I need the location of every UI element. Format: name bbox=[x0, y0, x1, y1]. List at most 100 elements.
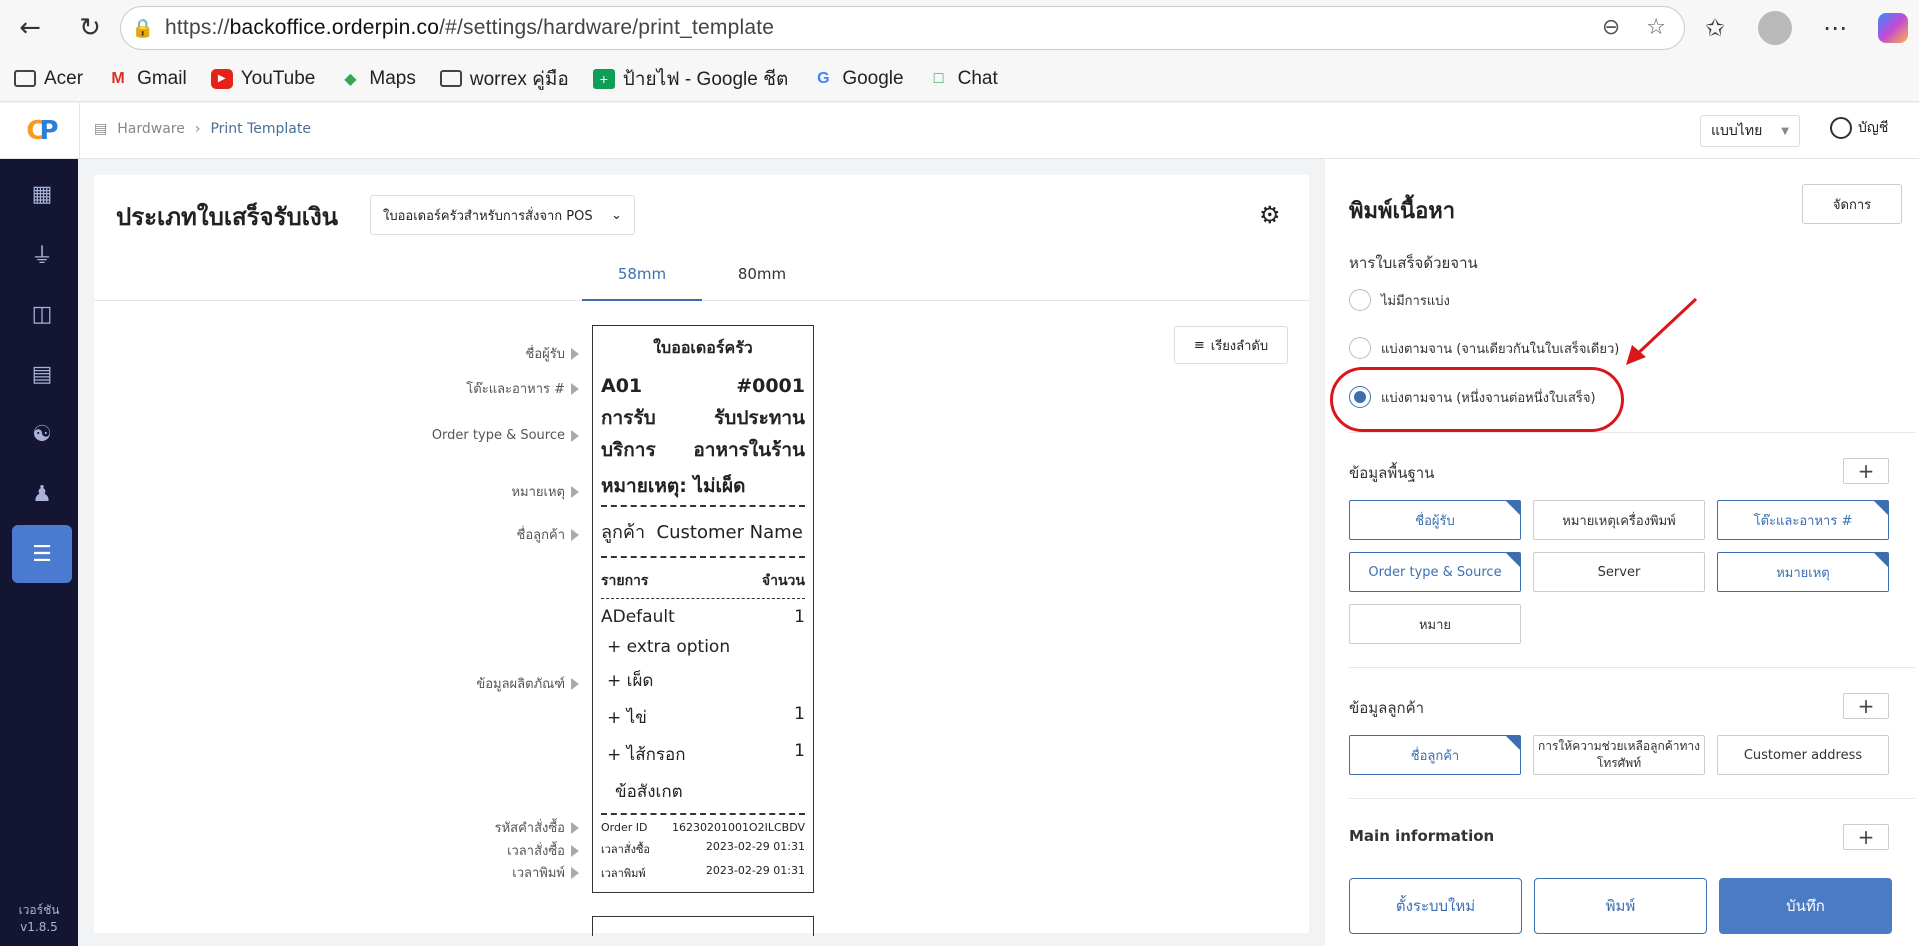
radio-button[interactable] bbox=[1349, 337, 1371, 359]
address-bar[interactable]: 🔒 https://backoffice.orderpin.co/#/setti… bbox=[120, 6, 1685, 50]
breadcrumb-print-template: Print Template bbox=[210, 121, 311, 137]
label-order-time[interactable]: เวลาสั่งซื้อ bbox=[507, 840, 579, 861]
receipt-item: + extra option bbox=[607, 637, 731, 657]
bookmark-acer[interactable]: Acer bbox=[14, 68, 83, 90]
add-basic-button[interactable]: + bbox=[1843, 458, 1889, 484]
chevron-down-icon: ⌄ bbox=[611, 207, 622, 223]
print-button[interactable]: พิมพ์ bbox=[1534, 878, 1707, 934]
hardware-icon: ▤ bbox=[94, 121, 108, 137]
receipt-preview: ใบออเดอร์ครัว A01 #0001 การรับ รับประทาน บ… bbox=[592, 325, 814, 893]
favorite-star-icon[interactable]: ☆ bbox=[1646, 15, 1666, 40]
chip-phone-support[interactable]: การให้ความช่วยเหลือลูกค้าทางโทรศัพท์ bbox=[1533, 735, 1705, 775]
save-button[interactable]: บันทึก bbox=[1719, 878, 1892, 934]
receipt-service-row: การรับ รับประทาน bbox=[601, 407, 805, 429]
split-section-label: หารใบเสร็จด้วยจาน bbox=[1349, 254, 1478, 272]
users-icon[interactable]: ☯ bbox=[12, 405, 72, 463]
receipt-customer: ลูกค้า Customer Name bbox=[601, 522, 803, 543]
receipt-item: + ไส้กรอก 1 bbox=[607, 741, 805, 765]
lock-icon[interactable]: 🔒 bbox=[121, 18, 165, 39]
language-select[interactable]: แบบไทย ▼ bbox=[1700, 115, 1800, 147]
youtube-icon: ▶ bbox=[210, 68, 233, 89]
user-settings-icon[interactable]: ♟ bbox=[12, 465, 72, 523]
url-text: https://backoffice.orderpin.co/#/setting… bbox=[165, 16, 775, 39]
tab-80mm[interactable]: 80mm bbox=[702, 265, 822, 301]
add-customer-button[interactable]: + bbox=[1843, 693, 1889, 719]
chip-note[interactable]: หมายเหตุ bbox=[1717, 552, 1889, 592]
chip-table-food[interactable]: โต๊ะและอาหาร # bbox=[1717, 500, 1889, 540]
receipt-item: ข้อสังเกต bbox=[615, 782, 683, 802]
chip-recipient[interactable]: ชื่อผู้รับ bbox=[1349, 500, 1521, 540]
label-recipient[interactable]: ชื่อผู้รับ bbox=[526, 343, 579, 364]
label-print-time[interactable]: เวลาพิมพ์ bbox=[512, 862, 579, 883]
label-note[interactable]: หมายเหตุ bbox=[511, 481, 579, 502]
chip-customer-name[interactable]: ชื่อลูกค้า bbox=[1349, 735, 1521, 775]
building-icon[interactable]: ▤ bbox=[12, 345, 72, 403]
activity-icon[interactable]: ⏚ bbox=[12, 225, 72, 283]
chevron-right-icon: › bbox=[194, 121, 201, 137]
receipt-title: ใบออเดอร์ครัว bbox=[653, 338, 753, 357]
account-menu[interactable]: บัญชี bbox=[1830, 117, 1888, 139]
receipt-type-select[interactable]: ใบออเดอร์ครัวสำหรับการสั่งจาก POS ⌄ bbox=[370, 195, 635, 235]
customer-info-label: ข้อมูลลูกค้า bbox=[1349, 699, 1425, 717]
receipt-item: + เผ็ด bbox=[607, 671, 654, 691]
bookmarks-bar: Acer M Gmail ▶ YouTube ◆ Maps worrex คู่มือ… bbox=[0, 56, 1919, 102]
sheets-icon: + bbox=[592, 68, 615, 89]
receipt-order-id: Order ID 16230201001O2ILCBDV bbox=[601, 821, 805, 834]
annotation-highlight bbox=[1330, 367, 1624, 432]
zoom-out-icon[interactable]: ⊖ bbox=[1602, 15, 1620, 40]
sort-button[interactable]: ≡ เรียงลำดับ bbox=[1174, 326, 1288, 364]
panel-title: พิมพ์เนื้อหา bbox=[1349, 199, 1456, 224]
shopping-bag-icon[interactable]: ◫ bbox=[12, 285, 72, 343]
bookmark-youtube[interactable]: ▶ YouTube bbox=[210, 68, 315, 90]
receipt-item: + ไข่ 1 bbox=[607, 704, 805, 728]
reset-button[interactable]: ตั้งระบบใหม่ bbox=[1349, 878, 1522, 934]
split-option-none[interactable]: ไม่มีการแบ่ง bbox=[1349, 289, 1450, 311]
caret-down-icon: ▼ bbox=[1781, 125, 1789, 137]
reload-icon[interactable]: ↻ bbox=[68, 6, 112, 50]
template-panel: ประเภทใบเสร็จรับเงิน ใบออเดอร์ครัวสำหรับ… bbox=[94, 175, 1309, 936]
page-title: ประเภทใบเสร็จรับเงิน bbox=[116, 203, 339, 231]
bookmark-google[interactable]: G Google bbox=[812, 68, 904, 90]
chip-server[interactable]: Server bbox=[1533, 552, 1705, 592]
manage-button[interactable]: จัดการ bbox=[1802, 184, 1902, 224]
chip-misc-note[interactable]: หมาย bbox=[1349, 604, 1521, 644]
radio-button[interactable] bbox=[1349, 289, 1371, 311]
label-table-food[interactable]: โต๊ะและอาหาร # bbox=[466, 378, 579, 399]
orderpin-logo[interactable]: CP bbox=[0, 103, 80, 159]
favorites-icon[interactable]: ✩ bbox=[1700, 14, 1730, 42]
breadcrumb-hardware[interactable]: Hardware bbox=[117, 121, 185, 137]
receipt-print-time: เวลาพิมพ์ 2023-02-29 01:31 bbox=[601, 864, 805, 880]
profile-avatar[interactable] bbox=[1758, 11, 1792, 45]
google-icon: G bbox=[817, 69, 830, 87]
receipt-note: หมายเหตุ: ไม่เผ็ด bbox=[601, 475, 746, 497]
receipt-columns: รายการ จำนวน bbox=[601, 573, 805, 589]
label-order-id[interactable]: รหัสคำสั่งซื้อ bbox=[495, 817, 579, 838]
label-order-type[interactable]: Order type & Source bbox=[432, 428, 579, 443]
maps-icon: ◆ bbox=[344, 70, 357, 88]
label-product-info[interactable]: ข้อมูลผลิตภัณฑ์ bbox=[476, 673, 579, 694]
bookmark-chat[interactable]: □ Chat bbox=[928, 68, 998, 90]
bookmark-worrex[interactable]: worrex คู่มือ bbox=[439, 64, 569, 94]
more-icon[interactable]: ⋯ bbox=[1820, 14, 1850, 42]
bookmark-sheets[interactable]: + ป้ายไฟ - Google ชีต bbox=[592, 64, 788, 94]
copilot-icon[interactable] bbox=[1878, 13, 1908, 43]
annotation-arrow-icon bbox=[1626, 297, 1698, 365]
tab-58mm[interactable]: 58mm bbox=[582, 265, 702, 301]
split-option-same-dish[interactable]: แบ่งตามจาน (จานเดียวกันในใบเสร็จเดียว) bbox=[1349, 337, 1619, 359]
sliders-icon[interactable]: ☰ bbox=[12, 525, 72, 583]
chip-order-type[interactable]: Order type & Source bbox=[1349, 552, 1521, 592]
gear-icon[interactable]: ⚙ bbox=[1259, 201, 1281, 229]
receipt-order-time: เวลาสั่งซื้อ 2023-02-29 01:31 bbox=[601, 840, 805, 856]
bookmark-maps[interactable]: ◆ Maps bbox=[339, 68, 416, 90]
folder-icon bbox=[14, 70, 36, 87]
label-customer-name[interactable]: ชื่อลูกค้า bbox=[517, 524, 579, 545]
app-header: CP ▤ Hardware › Print Template แบบไทย ▼ บ… bbox=[0, 103, 1919, 159]
chip-printer-note[interactable]: หมายเหตุเครื่องพิมพ์ bbox=[1533, 500, 1705, 540]
add-main-info-button[interactable]: + bbox=[1843, 824, 1889, 850]
receipt-item: ADefault 1 bbox=[601, 607, 805, 627]
dashboard-icon[interactable]: ▦ bbox=[12, 165, 72, 223]
back-icon[interactable]: ← bbox=[8, 6, 52, 50]
basic-info-label: ข้อมูลพื้นฐาน bbox=[1349, 464, 1435, 482]
chip-customer-address[interactable]: Customer address bbox=[1717, 735, 1889, 775]
bookmark-gmail[interactable]: M Gmail bbox=[107, 68, 186, 90]
